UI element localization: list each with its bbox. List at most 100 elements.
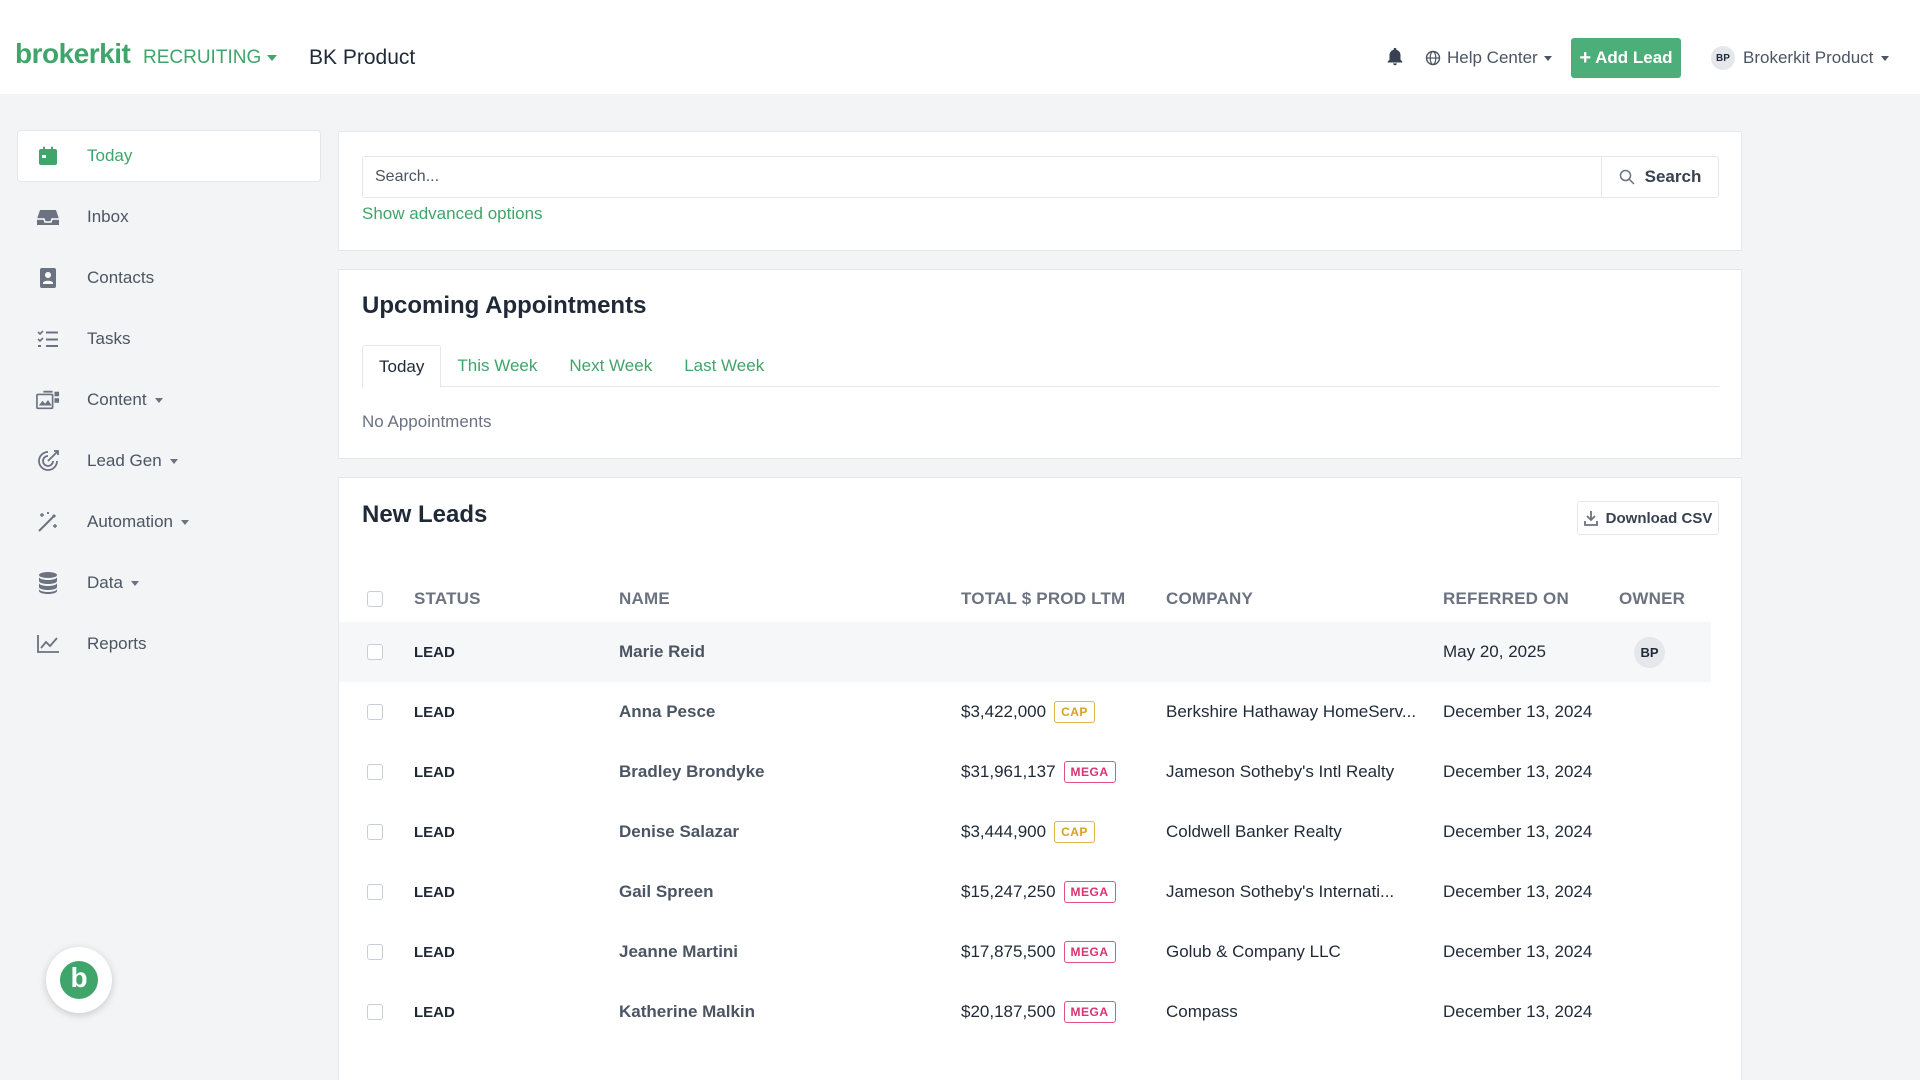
prod-cell: $15,247,250 MEGA (961, 881, 1166, 903)
table-row[interactable]: LEAD Anna Pesce $3,422,000 CAP Berkshire Hat… (339, 682, 1711, 742)
brokerkit-b-icon: b (60, 961, 98, 999)
column-header-prod[interactable]: TOTAL $ PROD LTM (961, 589, 1166, 609)
sidebar-item-automation[interactable]: Automation (18, 497, 320, 547)
select-all-checkbox[interactable] (367, 591, 383, 607)
avatar[interactable]: BP (1634, 636, 1665, 668)
bell-icon[interactable] (1384, 45, 1406, 69)
company-cell: Coldwell Banker Realty (1166, 822, 1342, 841)
sidebar-item-label: Lead Gen (87, 451, 162, 470)
company-cell: Compass (1166, 1002, 1238, 1021)
row-checkbox[interactable] (367, 704, 383, 720)
lead-name-link[interactable]: Anna Pesce (619, 702, 961, 722)
lead-name-link[interactable]: Gail Spreen (619, 882, 961, 902)
show-advanced-options-link[interactable]: Show advanced options (362, 204, 543, 224)
tab-today[interactable]: Today (362, 345, 442, 388)
lead-gen-icon (36, 449, 60, 473)
sidebar-item-label: Inbox (87, 207, 129, 226)
referred-on-cell: December 13, 2024 (1443, 822, 1593, 841)
sidebar-item-reports[interactable]: Reports (18, 619, 320, 669)
globe-icon (1425, 50, 1441, 66)
sidebar-item-data[interactable]: Data (18, 558, 320, 608)
table-row[interactable]: LEAD Bradley Brondyke $31,961,137 MEGA James… (339, 742, 1711, 802)
sidebar-item-today[interactable]: Today (18, 131, 320, 181)
status-badge: LEAD (414, 883, 455, 901)
status-badge: LEAD (414, 823, 455, 841)
status-badge: LEAD (414, 643, 455, 661)
table-body: LEAD Marie Reid May 20, 2025 BP LEAD Anna Pes… (339, 622, 1711, 1042)
sidebar-item-content[interactable]: Content (18, 375, 320, 425)
status-badge: LEAD (414, 1003, 455, 1021)
lead-name-link[interactable]: Denise Salazar (619, 822, 961, 842)
lead-name-link[interactable]: Katherine Malkin (619, 1002, 961, 1022)
column-header-company[interactable]: COMPANY (1166, 589, 1443, 609)
column-header-referred-on[interactable]: REFERRED ON (1443, 589, 1619, 609)
calendar-icon (36, 144, 60, 168)
chevron-down-icon (1881, 55, 1890, 61)
referred-on-cell: May 20, 2025 (1443, 642, 1547, 661)
table-row[interactable]: LEAD Gail Spreen $15,247,250 MEGA Jameson So… (339, 862, 1711, 922)
row-checkbox[interactable] (367, 1004, 383, 1020)
search-button[interactable]: Search (1601, 156, 1719, 198)
module-switcher[interactable]: RECRUITING (143, 47, 278, 69)
column-header-owner[interactable]: OWNER (1619, 589, 1699, 609)
chevron-down-icon (267, 55, 278, 61)
sidebar-item-contacts[interactable]: Contacts (18, 253, 320, 303)
owner-cell: BP (1619, 636, 1699, 668)
tab-last-week[interactable]: Last Week (668, 345, 780, 387)
column-header-status[interactable]: STATUS (414, 589, 619, 609)
tier-badge: MEGA (1063, 1001, 1116, 1023)
row-checkbox[interactable] (367, 884, 383, 900)
user-menu[interactable]: BP Brokerkit Product (1711, 46, 1890, 70)
new-leads-card: New Leads Download CSV STATUS NAME TOTAL… (338, 477, 1742, 1080)
download-csv-button[interactable]: Download CSV (1577, 501, 1719, 535)
sidebar-item-lead-gen[interactable]: Lead Gen (18, 436, 320, 486)
prod-cell: $3,444,900 CAP (961, 821, 1166, 843)
lead-name-link[interactable]: Marie Reid (619, 642, 961, 662)
prod-cell: $31,961,137 MEGA (961, 761, 1166, 783)
tier-badge: CAP (1054, 701, 1095, 723)
add-lead-button[interactable]: + Add Lead (1571, 38, 1681, 78)
brokerkit-logo[interactable]: brokerkit (15, 38, 131, 70)
inbox-icon (36, 205, 60, 229)
chevron-down-icon (1543, 55, 1552, 61)
table-row[interactable]: LEAD Katherine Malkin $20,187,500 MEGA Compa… (339, 982, 1711, 1042)
prod-value: $17,875,500 (961, 942, 1056, 961)
row-checkbox[interactable] (367, 764, 383, 780)
org-title: BK Product (309, 46, 416, 69)
tab-next-week[interactable]: Next Week (553, 345, 668, 387)
row-checkbox[interactable] (367, 644, 383, 660)
column-header-name[interactable]: NAME (619, 589, 961, 609)
plus-icon: + (1579, 47, 1592, 69)
sidebar: Today Inbox Contacts Tasks Content Lead … (18, 131, 320, 680)
tab-this-week[interactable]: This Week (441, 345, 553, 387)
search-button-label: Search (1644, 167, 1702, 186)
sidebar-item-label: Contacts (87, 268, 155, 287)
download-icon (1583, 511, 1598, 526)
sidebar-item-label: Tasks (87, 329, 131, 348)
status-badge: LEAD (414, 943, 455, 961)
row-checkbox[interactable] (367, 824, 383, 840)
prod-cell: $3,422,000 CAP (961, 701, 1166, 723)
sidebar-item-tasks[interactable]: Tasks (18, 314, 320, 364)
brokerkit-chat-launcher[interactable]: b (46, 947, 112, 1013)
search-input[interactable] (362, 156, 1601, 198)
module-label: RECRUITING (143, 47, 262, 68)
lead-name-link[interactable]: Bradley Brondyke (619, 762, 961, 782)
empty-state-text: No Appointments (362, 412, 492, 431)
table-header: STATUS NAME TOTAL $ PROD LTM COMPANY REF… (339, 576, 1711, 622)
sidebar-item-label: Reports (87, 634, 147, 653)
table-row[interactable]: LEAD Marie Reid May 20, 2025 BP (339, 622, 1711, 682)
prod-value: $20,187,500 (961, 1002, 1056, 1021)
row-checkbox[interactable] (367, 944, 383, 960)
content-icon (36, 388, 60, 412)
chevron-down-icon (169, 458, 178, 464)
sidebar-item-label: Today (87, 146, 133, 165)
table-row[interactable]: LEAD Jeanne Martini $17,875,500 MEGA Golub &… (339, 922, 1711, 982)
lead-name-link[interactable]: Jeanne Martini (619, 942, 961, 962)
prod-value: $31,961,137 (961, 762, 1056, 781)
table-row[interactable]: LEAD Denise Salazar $3,444,900 CAP Coldwell … (339, 802, 1711, 862)
sidebar-item-inbox[interactable]: Inbox (18, 192, 320, 242)
help-center-menu[interactable]: Help Center (1425, 48, 1552, 68)
chart-line-icon (36, 632, 60, 656)
prod-value: $15,247,250 (961, 882, 1056, 901)
